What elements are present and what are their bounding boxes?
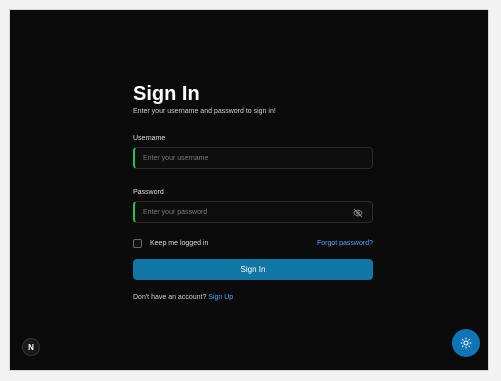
remember-label: Keep me logged in — [150, 240, 209, 247]
username-input[interactable]: Enter your username — [133, 147, 373, 169]
subtitle: Enter your username and password to sign… — [133, 108, 276, 115]
page-title: Sign In — [133, 83, 200, 105]
password-input[interactable]: Enter your password — [133, 201, 373, 223]
sign-up-link[interactable]: Sign Up — [208, 294, 233, 301]
password-placeholder: Enter your password — [143, 208, 208, 216]
sign-in-form: Sign In Enter your username and password… — [133, 82, 373, 301]
username-placeholder: Enter your username — [143, 154, 209, 162]
app-frame: Sign In Enter your username and password… — [9, 9, 489, 371]
sign-in-button[interactable]: Sign In — [133, 259, 373, 280]
sun-icon — [460, 337, 472, 349]
signup-prompt: Don't have an account? Sign Up — [133, 294, 373, 301]
theme-toggle-button[interactable] — [452, 329, 480, 357]
remember-checkbox[interactable] — [133, 239, 142, 248]
password-label: Password — [133, 189, 164, 196]
signup-text: Don't have an account? — [133, 294, 207, 301]
remember-me[interactable]: Keep me logged in — [133, 239, 208, 248]
eye-off-icon[interactable] — [353, 208, 363, 218]
username-label: Username — [133, 135, 166, 142]
forgot-password-link[interactable]: Forgot password? — [317, 240, 373, 247]
n-badge[interactable]: N — [22, 338, 40, 356]
